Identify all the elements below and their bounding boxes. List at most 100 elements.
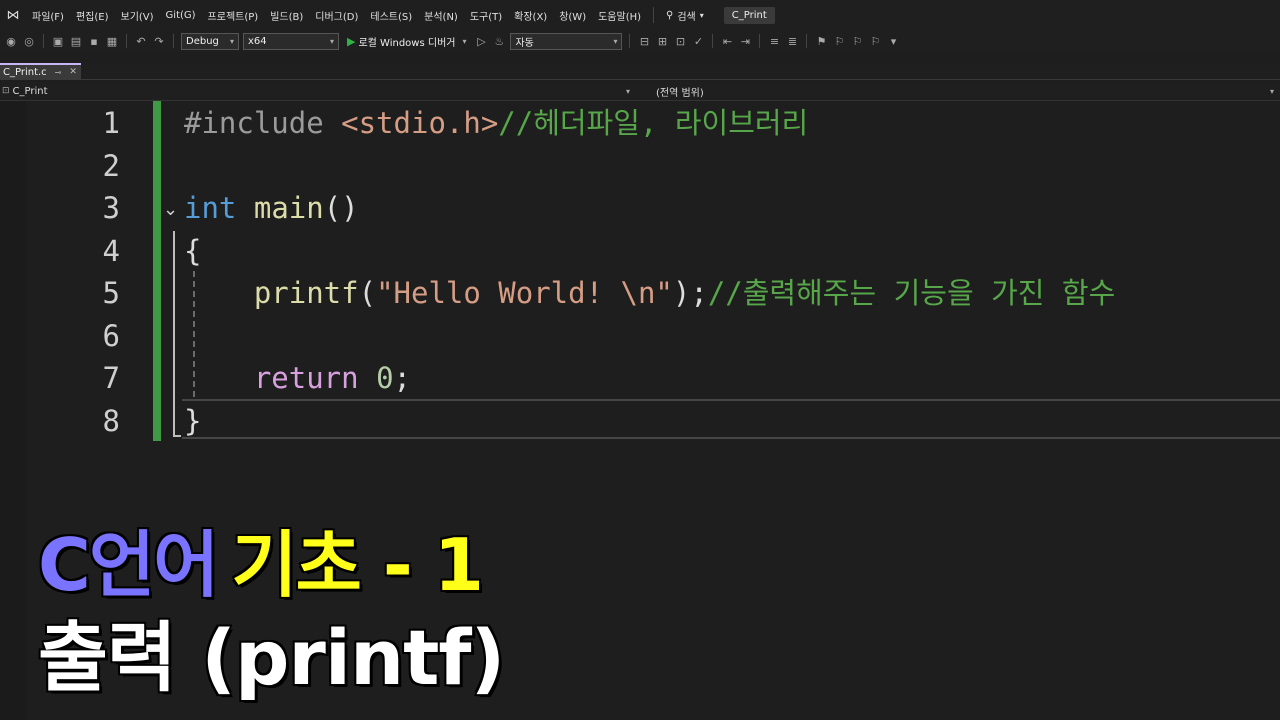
line-number: 6 bbox=[102, 319, 120, 353]
open-brace: { bbox=[184, 234, 202, 268]
uncomment-icon[interactable]: ≣ bbox=[785, 34, 799, 48]
toolbar-divider bbox=[759, 34, 761, 48]
code-line-5[interactable]: printf("Hello World! \n");//출력해주는 기능을 가진… bbox=[184, 272, 1115, 314]
next-bookmark-icon[interactable]: ⚐ bbox=[850, 34, 864, 48]
spell-check-icon[interactable]: ✓ bbox=[691, 34, 705, 48]
project-scope-select[interactable]: ⊡ C_Print ▾ bbox=[0, 82, 636, 100]
menu-debug[interactable]: 디버그(D) bbox=[309, 8, 364, 23]
previous-bookmark-icon[interactable]: ⚐ bbox=[832, 34, 846, 48]
indent-icon[interactable]: ⇥ bbox=[738, 34, 752, 48]
toolbar: ◉ ◎ ▣ ▤ ▪ ▦ ↶ ↷ Debug ▾ x64 ▾ ▶ 로컬 Windo… bbox=[0, 30, 1280, 52]
play-icon: ▶ bbox=[347, 34, 356, 48]
save-all-icon[interactable]: ▦ bbox=[105, 34, 119, 48]
code-line-8[interactable]: } bbox=[184, 400, 201, 442]
title-basics-part: 기초 - 1 bbox=[230, 521, 486, 608]
preprocessor-directive: #include bbox=[184, 106, 342, 140]
code-comment: //헤더파일, 라이브러리 bbox=[498, 106, 809, 140]
layout-icon[interactable]: ⊞ bbox=[655, 34, 669, 48]
platform-value: x64 bbox=[248, 35, 267, 47]
line-number: 5 bbox=[102, 276, 120, 310]
video-subtitle: 출력 (printf) bbox=[36, 612, 506, 704]
global-scope-value: (전역 범위) bbox=[656, 87, 704, 99]
parentheses: () bbox=[323, 191, 359, 225]
menu-divider bbox=[653, 7, 655, 23]
menu-tools[interactable]: 도구(T) bbox=[464, 8, 508, 23]
chevron-down-icon: ▾ bbox=[613, 36, 618, 46]
toolbar-divider bbox=[173, 34, 174, 48]
title-c-language: C언어 bbox=[36, 521, 220, 608]
run-label: 로컬 Windows 디버거 bbox=[358, 37, 456, 49]
browser-link-icon[interactable]: ⊟ bbox=[637, 34, 651, 48]
close-paren-semicolon: ); bbox=[672, 276, 708, 310]
toolbox-icon[interactable]: ⊡ bbox=[673, 34, 687, 48]
toolbar-divider bbox=[806, 34, 808, 48]
visual-studio-logo-icon[interactable]: ⋈ bbox=[0, 0, 26, 30]
string-literal: "Hello World! \n" bbox=[376, 276, 673, 310]
save-icon[interactable]: ▪ bbox=[87, 34, 101, 48]
toolbar-divider bbox=[629, 34, 631, 48]
menu-window[interactable]: 창(W) bbox=[553, 8, 592, 23]
code-line-1[interactable]: #include <stdio.h>//헤더파일, 라이브러리 bbox=[184, 102, 808, 144]
global-scope-select[interactable]: (전역 범위) ▾ bbox=[646, 82, 1280, 100]
run-without-debugging-icon[interactable]: ▷ bbox=[474, 34, 488, 48]
clear-bookmarks-icon[interactable]: ⚐ bbox=[868, 34, 882, 48]
chevron-down-icon: ▾ bbox=[625, 86, 630, 96]
menu-project[interactable]: 프로젝트(P) bbox=[202, 8, 265, 23]
menu-bar: ⋈ 파일(F) 편집(E) 보기(V) Git(G) 프로젝트(P) 빌드(B)… bbox=[0, 0, 1280, 30]
toolbar-divider bbox=[43, 34, 44, 48]
line-number: 4 bbox=[102, 234, 120, 268]
close-icon[interactable]: ✕ bbox=[69, 67, 77, 77]
auto-select[interactable]: 자동 ▾ bbox=[510, 32, 623, 50]
configuration-value: Debug bbox=[186, 35, 219, 47]
toolbar-divider bbox=[126, 34, 127, 48]
chevron-down-icon: ▾ bbox=[229, 36, 234, 46]
pin-icon[interactable]: ⊸ bbox=[55, 68, 62, 77]
project-scope-value: C_Print bbox=[12, 85, 48, 97]
toolbar-overflow-icon[interactable]: ▾ bbox=[886, 34, 900, 48]
configuration-select[interactable]: Debug ▾ bbox=[181, 32, 239, 50]
solution-name[interactable]: C_Print bbox=[723, 6, 775, 24]
menu-file[interactable]: 파일(F) bbox=[26, 8, 70, 23]
menu-view[interactable]: 보기(V) bbox=[115, 8, 160, 23]
bookmark-icon[interactable]: ⚑ bbox=[814, 34, 828, 48]
hot-reload-icon[interactable]: ♨ bbox=[492, 34, 506, 48]
return-keyword: return bbox=[253, 361, 359, 395]
outdent-icon[interactable]: ⇤ bbox=[720, 34, 734, 48]
code-line-4[interactable]: { bbox=[184, 230, 201, 272]
line-number: 2 bbox=[102, 149, 120, 183]
new-project-icon[interactable]: ▣ bbox=[51, 34, 65, 48]
menu-extensions[interactable]: 확장(X) bbox=[508, 8, 553, 23]
chevron-down-icon: ▾ bbox=[329, 36, 334, 46]
menu-test[interactable]: 테스트(S) bbox=[364, 8, 418, 23]
navigation-bar: ⊡ C_Print ▾ (전역 범위) ▾ bbox=[0, 82, 1280, 101]
indicator-margin bbox=[0, 101, 26, 720]
redo-icon[interactable]: ↷ bbox=[152, 34, 166, 48]
menu-analyze[interactable]: 분석(N) bbox=[418, 8, 464, 23]
project-icon: ⊡ bbox=[2, 86, 10, 96]
menu-help[interactable]: 도움말(H) bbox=[592, 8, 647, 23]
chevron-down-icon: ▾ bbox=[462, 36, 467, 46]
undo-icon[interactable]: ↶ bbox=[134, 34, 148, 48]
comment-icon[interactable]: ≡ bbox=[767, 34, 781, 48]
code-line-3[interactable]: int main() bbox=[184, 187, 359, 229]
menu-build[interactable]: 빌드(B) bbox=[264, 8, 309, 23]
collapse-chevron-icon[interactable]: ⌄ bbox=[163, 199, 178, 220]
platform-select[interactable]: x64 ▾ bbox=[243, 32, 339, 50]
line-number: 7 bbox=[102, 361, 120, 395]
menu-edit[interactable]: 편집(E) bbox=[70, 8, 115, 23]
open-file-icon[interactable]: ▤ bbox=[69, 34, 83, 48]
tab-c-print-c[interactable]: C_Print.c ⊸ ✕ bbox=[0, 63, 81, 79]
semicolon: ; bbox=[393, 361, 412, 395]
search-label: 검색 bbox=[677, 11, 696, 23]
code-line-7[interactable]: return 0; bbox=[184, 357, 411, 399]
open-paren: ( bbox=[358, 276, 377, 310]
forward-icon[interactable]: ◎ bbox=[22, 34, 36, 48]
back-icon[interactable]: ◉ bbox=[4, 34, 18, 48]
search-button[interactable]: ⚲ 검색 ▾ bbox=[660, 8, 710, 23]
toolbar-divider bbox=[712, 34, 714, 48]
menu-git[interactable]: Git(G) bbox=[160, 10, 202, 21]
start-debugging-button[interactable]: ▶ 로컬 Windows 디버거 ▾ bbox=[343, 34, 470, 49]
